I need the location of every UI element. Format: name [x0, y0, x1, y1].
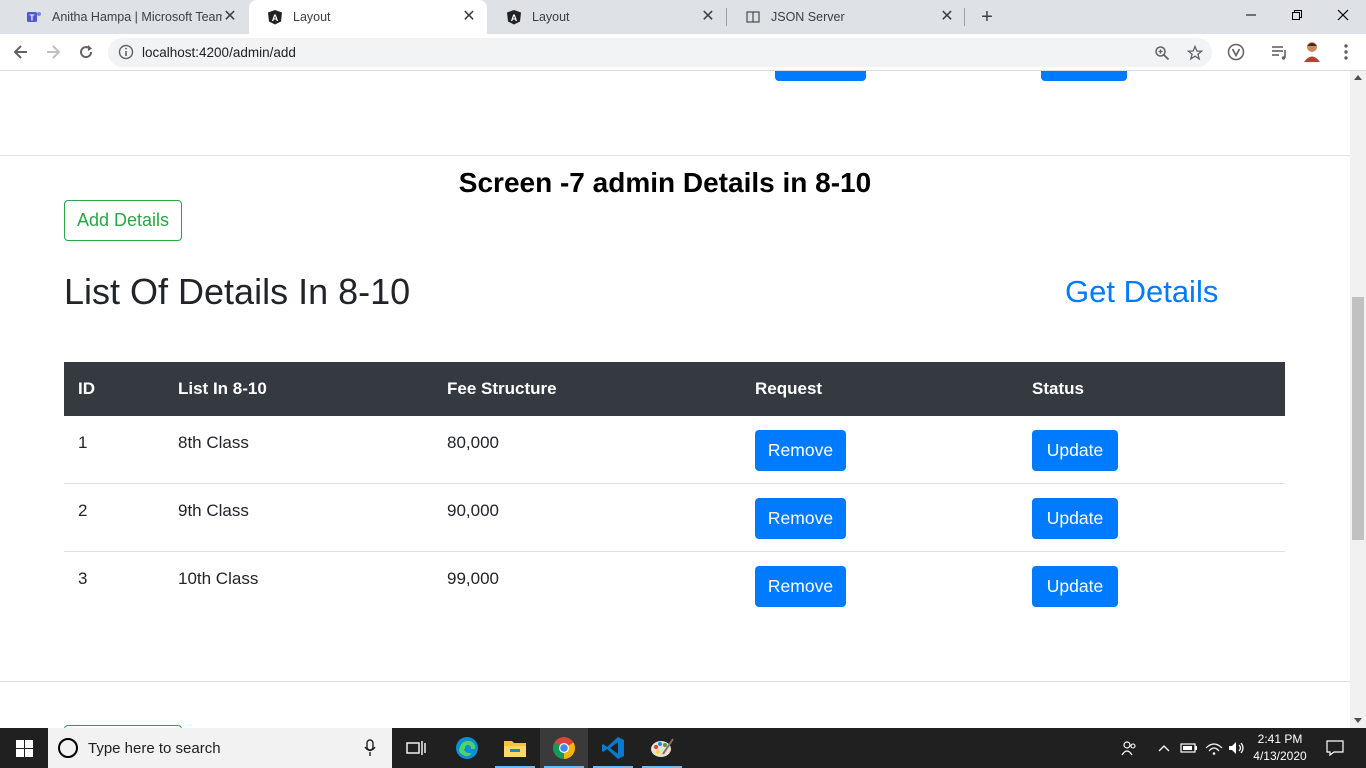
close-tab-icon[interactable]: ✕ [939, 9, 955, 25]
column-header-list: List In 8-10 [178, 379, 267, 398]
page-viewport: Screen -7 admin Details in 8-10 Add Deta… [0, 71, 1350, 728]
tab-teams[interactable]: T Anitha Hampa | Microsoft Teams ✕ [8, 0, 248, 34]
svg-text:A: A [511, 13, 518, 23]
restore-icon[interactable] [1274, 0, 1320, 30]
angular-icon: A [506, 9, 522, 25]
tab-layout-active[interactable]: A Layout ✕ [249, 0, 487, 34]
close-tab-icon[interactable]: ✕ [700, 9, 716, 25]
scroll-up-icon[interactable] [1354, 75, 1362, 80]
angular-icon: A [267, 9, 283, 25]
chevron-up-icon[interactable] [1155, 728, 1173, 768]
tab-json-server[interactable]: JSON Server ✕ [727, 0, 965, 34]
windows-taskbar: Type here to search 2:41 PM 4/13/2020 [0, 728, 1366, 768]
tab-layout[interactable]: A Layout ✕ [488, 0, 726, 34]
update-button[interactable]: Update [1032, 430, 1118, 471]
tab-separator [964, 8, 965, 26]
cortana-icon [58, 738, 78, 758]
clock-time: 2:41 PM [1257, 732, 1303, 746]
details-table: ID List In 8-10 Fee Structure Request St… [64, 362, 1285, 620]
json-server-icon [745, 9, 761, 25]
profile-avatar-icon[interactable] [1302, 41, 1322, 62]
remove-button[interactable]: Remove [755, 430, 846, 471]
edge-icon[interactable] [443, 728, 491, 768]
teams-icon: T [26, 9, 42, 25]
table-row: 2 9th Class 90,000 Remove Update [64, 484, 1285, 552]
row-class-name: 9th Class [178, 501, 249, 520]
address-bar[interactable]: localhost:4200/admin/add [108, 38, 1212, 67]
section-divider [0, 155, 1350, 156]
people-icon[interactable] [1118, 728, 1140, 768]
reload-icon[interactable] [73, 39, 99, 65]
tab-title: Layout [293, 10, 331, 24]
clock-date: 4/13/2020 [1253, 749, 1307, 763]
vpn-extension-icon[interactable] [1226, 42, 1246, 62]
file-explorer-icon[interactable] [491, 728, 539, 768]
scrollbar-thumb[interactable] [1352, 297, 1364, 540]
column-header-id: ID [78, 379, 95, 398]
tab-title: Layout [532, 10, 570, 24]
remove-button[interactable]: Remove [755, 566, 846, 607]
row-class-name: 10th Class [178, 569, 259, 588]
remove-button[interactable]: Remove [755, 498, 846, 539]
previous-section-button[interactable] [1041, 71, 1127, 81]
list-title: List Of Details In 8-10 [64, 271, 411, 312]
table-header: ID List In 8-10 Fee Structure Request St… [64, 362, 1285, 416]
notifications-icon[interactable] [1320, 728, 1350, 768]
taskbar-search-box[interactable]: Type here to search [48, 728, 392, 768]
table-row: 3 10th Class 99,000 Remove Update [64, 552, 1285, 620]
battery-icon[interactable] [1178, 728, 1200, 768]
vscode-icon[interactable] [589, 728, 637, 768]
svg-text:T: T [30, 14, 35, 23]
browser-tab-strip: T Anitha Hampa | Microsoft Teams ✕ A Lay… [0, 0, 1366, 34]
browser-toolbar: localhost:4200/admin/add [0, 34, 1366, 71]
page-scrollbar[interactable] [1350, 71, 1366, 728]
media-controls-icon[interactable] [1269, 42, 1289, 62]
back-icon[interactable] [8, 39, 34, 65]
windows-start-icon[interactable] [0, 728, 48, 768]
scroll-down-icon[interactable] [1354, 718, 1362, 723]
url-text[interactable]: localhost:4200/admin/add [142, 45, 296, 60]
chrome-menu-icon[interactable] [1336, 42, 1356, 62]
previous-section-button[interactable] [775, 71, 866, 81]
add-details-button[interactable]: Add Details [64, 200, 182, 241]
row-id: 3 [78, 569, 88, 588]
close-tab-icon[interactable]: ✕ [222, 9, 238, 25]
update-button[interactable]: Update [1032, 566, 1118, 607]
zoom-icon[interactable] [1153, 44, 1171, 62]
column-header-fee: Fee Structure [447, 379, 557, 398]
row-fee: 80,000 [447, 433, 499, 452]
row-fee: 90,000 [447, 501, 499, 520]
bookmark-star-icon[interactable] [1186, 44, 1204, 62]
row-fee: 99,000 [447, 569, 499, 588]
row-id: 1 [78, 433, 88, 452]
update-button[interactable]: Update [1032, 498, 1118, 539]
volume-icon[interactable] [1226, 728, 1248, 768]
minimize-icon[interactable] [1228, 0, 1274, 30]
get-details-link[interactable]: Get Details [1065, 274, 1218, 310]
screen-title: Screen -7 admin Details in 8-10 [458, 167, 872, 198]
tab-title: JSON Server [771, 10, 845, 24]
close-window-icon[interactable] [1320, 0, 1366, 30]
wifi-icon[interactable] [1203, 728, 1225, 768]
close-tab-icon[interactable]: ✕ [461, 9, 477, 25]
row-class-name: 8th Class [178, 433, 249, 452]
chrome-icon[interactable] [540, 728, 588, 768]
table-row: 1 8th Class 80,000 Remove Update [64, 416, 1285, 484]
tab-title: Anitha Hampa | Microsoft Teams [52, 10, 222, 24]
info-icon[interactable] [118, 44, 134, 65]
section-divider [0, 681, 1350, 682]
forward-icon[interactable] [40, 39, 66, 65]
microphone-icon[interactable] [364, 739, 376, 762]
paint-icon[interactable] [638, 728, 686, 768]
system-clock[interactable]: 2:41 PM 4/13/2020 [1248, 731, 1312, 765]
svg-text:A: A [272, 13, 279, 23]
new-tab-button[interactable]: + [976, 6, 998, 28]
search-placeholder: Type here to search [88, 740, 221, 757]
column-header-status: Status [1032, 379, 1084, 398]
column-header-request: Request [755, 379, 823, 398]
row-id: 2 [78, 501, 88, 520]
task-view-icon[interactable] [392, 728, 440, 768]
